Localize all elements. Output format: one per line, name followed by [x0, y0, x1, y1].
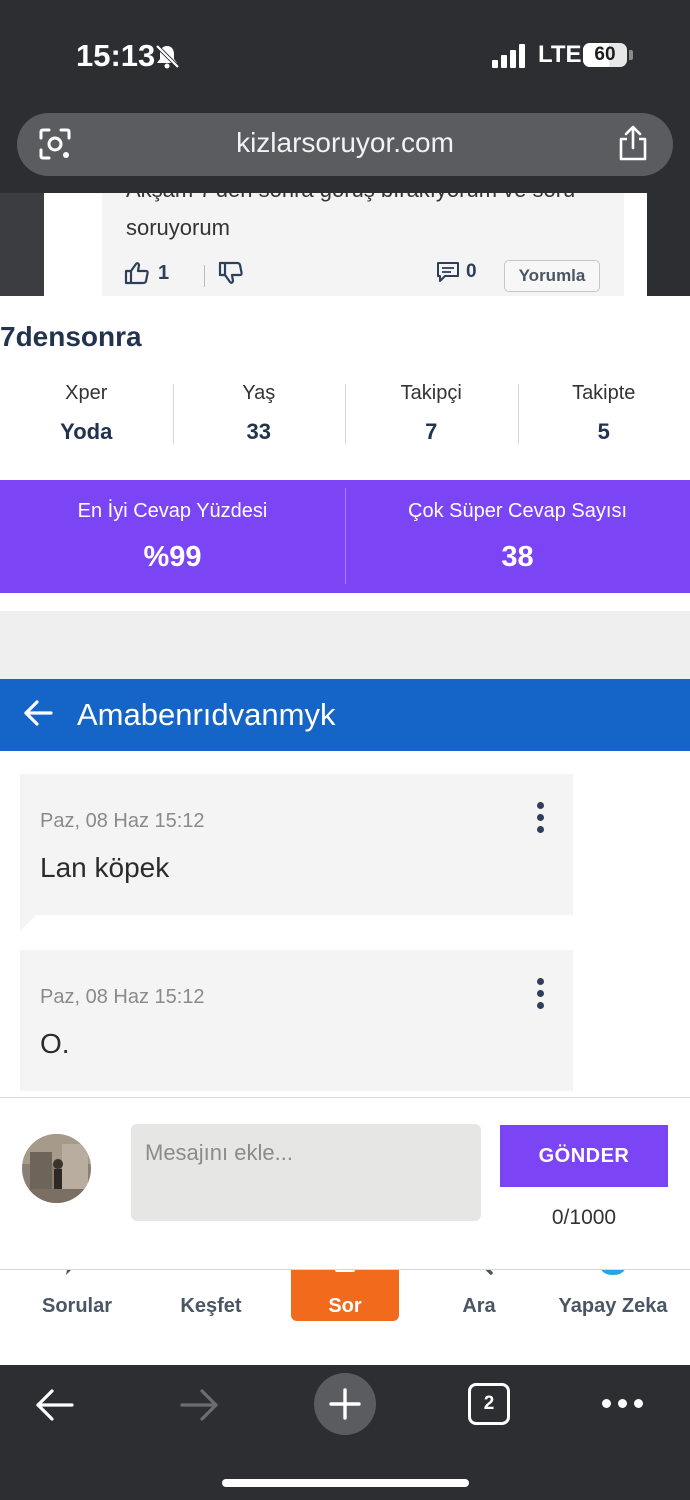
back-arrow-icon[interactable]	[22, 697, 54, 729]
nav-label: Sor	[328, 1295, 362, 1317]
nav-label: Yapay Zeka	[558, 1295, 668, 1317]
thumbs-up-icon	[124, 262, 149, 285]
comment-count-button[interactable]: 0	[436, 261, 477, 283]
more-dots-icon[interactable]	[602, 1399, 644, 1409]
previous-answer-card: Akşam 7'den sonra görüş bırakıyorum ve s…	[44, 193, 647, 296]
highlight-label: Çok Süper Cevap Sayısı	[408, 500, 627, 522]
best-answer-percentage: En İyi Cevap Yüzdesi %99	[0, 480, 345, 593]
message-input[interactable]	[131, 1124, 481, 1221]
like-button[interactable]: 1	[124, 261, 169, 285]
stat-label: Yaş	[242, 382, 276, 404]
network-type: LTE	[538, 41, 582, 68]
character-counter: 0/1000	[551, 1206, 617, 1229]
comment-icon	[437, 262, 459, 282]
avatar	[22, 1134, 91, 1203]
silent-bell-icon	[155, 44, 180, 69]
profile-stats: Xper Yoda Yaş 33 Takipçi 7 Takipte 5	[0, 378, 690, 448]
nav-item-explore[interactable]: Keşfet	[146, 1261, 276, 1331]
message-composer: GÖNDER 0/1000	[0, 1097, 690, 1270]
stat-label: Xper	[65, 382, 108, 404]
message-menu-icon[interactable]	[535, 978, 545, 1010]
comment-button[interactable]: Yorumla	[504, 260, 600, 292]
stat-age: Yaş 33	[172, 378, 346, 448]
home-indicator[interactable]	[222, 1479, 469, 1487]
nav-item-questions[interactable]: Sorular	[12, 1261, 142, 1331]
stat-xper[interactable]: Xper Yoda	[0, 378, 173, 448]
backdrop-edge	[0, 193, 44, 296]
previous-answer-cut-text: Akşam 7'den sonra görüş bırakıyorum ve s…	[126, 193, 575, 203]
plus-icon	[329, 1388, 361, 1420]
divider	[204, 265, 205, 287]
highlight-value: 38	[501, 541, 534, 573]
status-time: 15:13	[76, 38, 156, 73]
stat-value: Yoda	[60, 419, 113, 444]
message-menu-icon[interactable]	[535, 802, 545, 834]
site-bottom-nav: Sorular Keşfet Sor Ara AI	[0, 1261, 690, 1365]
battery-icon: 60	[583, 43, 627, 67]
screen: 15:13 LTE 60 kizlarsoruyor.com soruyorum…	[0, 0, 690, 1500]
answer-actions: 1 0 Yorumla	[124, 260, 604, 292]
browser-top-chrome: 15:13 LTE 60 kizlarsoruyor.com	[0, 0, 690, 193]
battery-level: 60	[594, 44, 616, 65]
message-time: Paz, 08 Haz 15:12	[40, 810, 205, 832]
back-arrow-icon[interactable]	[34, 1387, 76, 1423]
highlight-label: En İyi Cevap Yüzdesi	[77, 500, 268, 522]
chat-title[interactable]: Amabenrıdvanmyk	[77, 697, 335, 733]
stat-label: Takipçi	[400, 382, 462, 404]
chat-header: Amabenrıdvanmyk	[0, 679, 690, 751]
nav-label: Sorular	[41, 1295, 113, 1317]
message-bubble: Paz, 08 Haz 15:12 O.	[20, 950, 573, 1091]
thumbs-down-icon[interactable]	[218, 261, 244, 285]
comment-count: 0	[466, 261, 477, 282]
nav-item-ai[interactable]: AI Yapay Zeka	[548, 1261, 678, 1331]
previous-answer-text: soruyorum	[126, 215, 230, 240]
battery-tip	[629, 50, 633, 60]
browser-bottom-toolbar: 2	[0, 1365, 690, 1500]
super-answer-count: Çok Süper Cevap Sayısı 38	[345, 480, 690, 593]
nav-label: Keşfet	[180, 1295, 242, 1317]
forward-arrow-icon[interactable]	[178, 1387, 220, 1423]
message-text: Lan köpek	[40, 852, 170, 883]
avatar-image	[22, 1134, 91, 1203]
message-time: Paz, 08 Haz 15:12	[40, 986, 205, 1008]
nav-item-ask[interactable]: Sor	[291, 1261, 399, 1321]
url-text[interactable]: kizlarsoruyor.com	[17, 127, 673, 159]
stat-value: 33	[246, 419, 271, 444]
like-count: 1	[158, 261, 170, 284]
stat-following[interactable]: Takipte 5	[517, 378, 690, 448]
stat-followers[interactable]: Takipçi 7	[345, 378, 518, 448]
signal-icon	[492, 44, 528, 68]
tab-switcher-button[interactable]: 2	[468, 1383, 510, 1425]
stat-value: 7	[425, 419, 438, 444]
previous-answer-body: Akşam 7'den sonra görüş bırakıyorum ve s…	[102, 193, 624, 296]
share-icon[interactable]	[615, 125, 651, 163]
nav-label: Ara	[462, 1295, 496, 1317]
address-bar[interactable]: kizlarsoruyor.com	[17, 113, 673, 176]
send-button[interactable]: GÖNDER	[500, 1125, 668, 1187]
message-bubble: Paz, 08 Haz 15:12 Lan köpek	[20, 774, 573, 931]
profile-highlights: En İyi Cevap Yüzdesi %99 Çok Süper Cevap…	[0, 480, 690, 593]
stat-label: Takipte	[572, 382, 636, 404]
bubble-tail	[20, 915, 36, 931]
nav-item-search[interactable]: Ara	[414, 1261, 544, 1331]
section-spacer	[0, 611, 690, 679]
highlight-value: %99	[143, 541, 202, 573]
profile-username[interactable]: 7densonra	[0, 321, 142, 353]
stat-value: 5	[597, 419, 610, 444]
new-tab-button[interactable]	[314, 1373, 376, 1435]
message-text: O.	[40, 1028, 70, 1059]
